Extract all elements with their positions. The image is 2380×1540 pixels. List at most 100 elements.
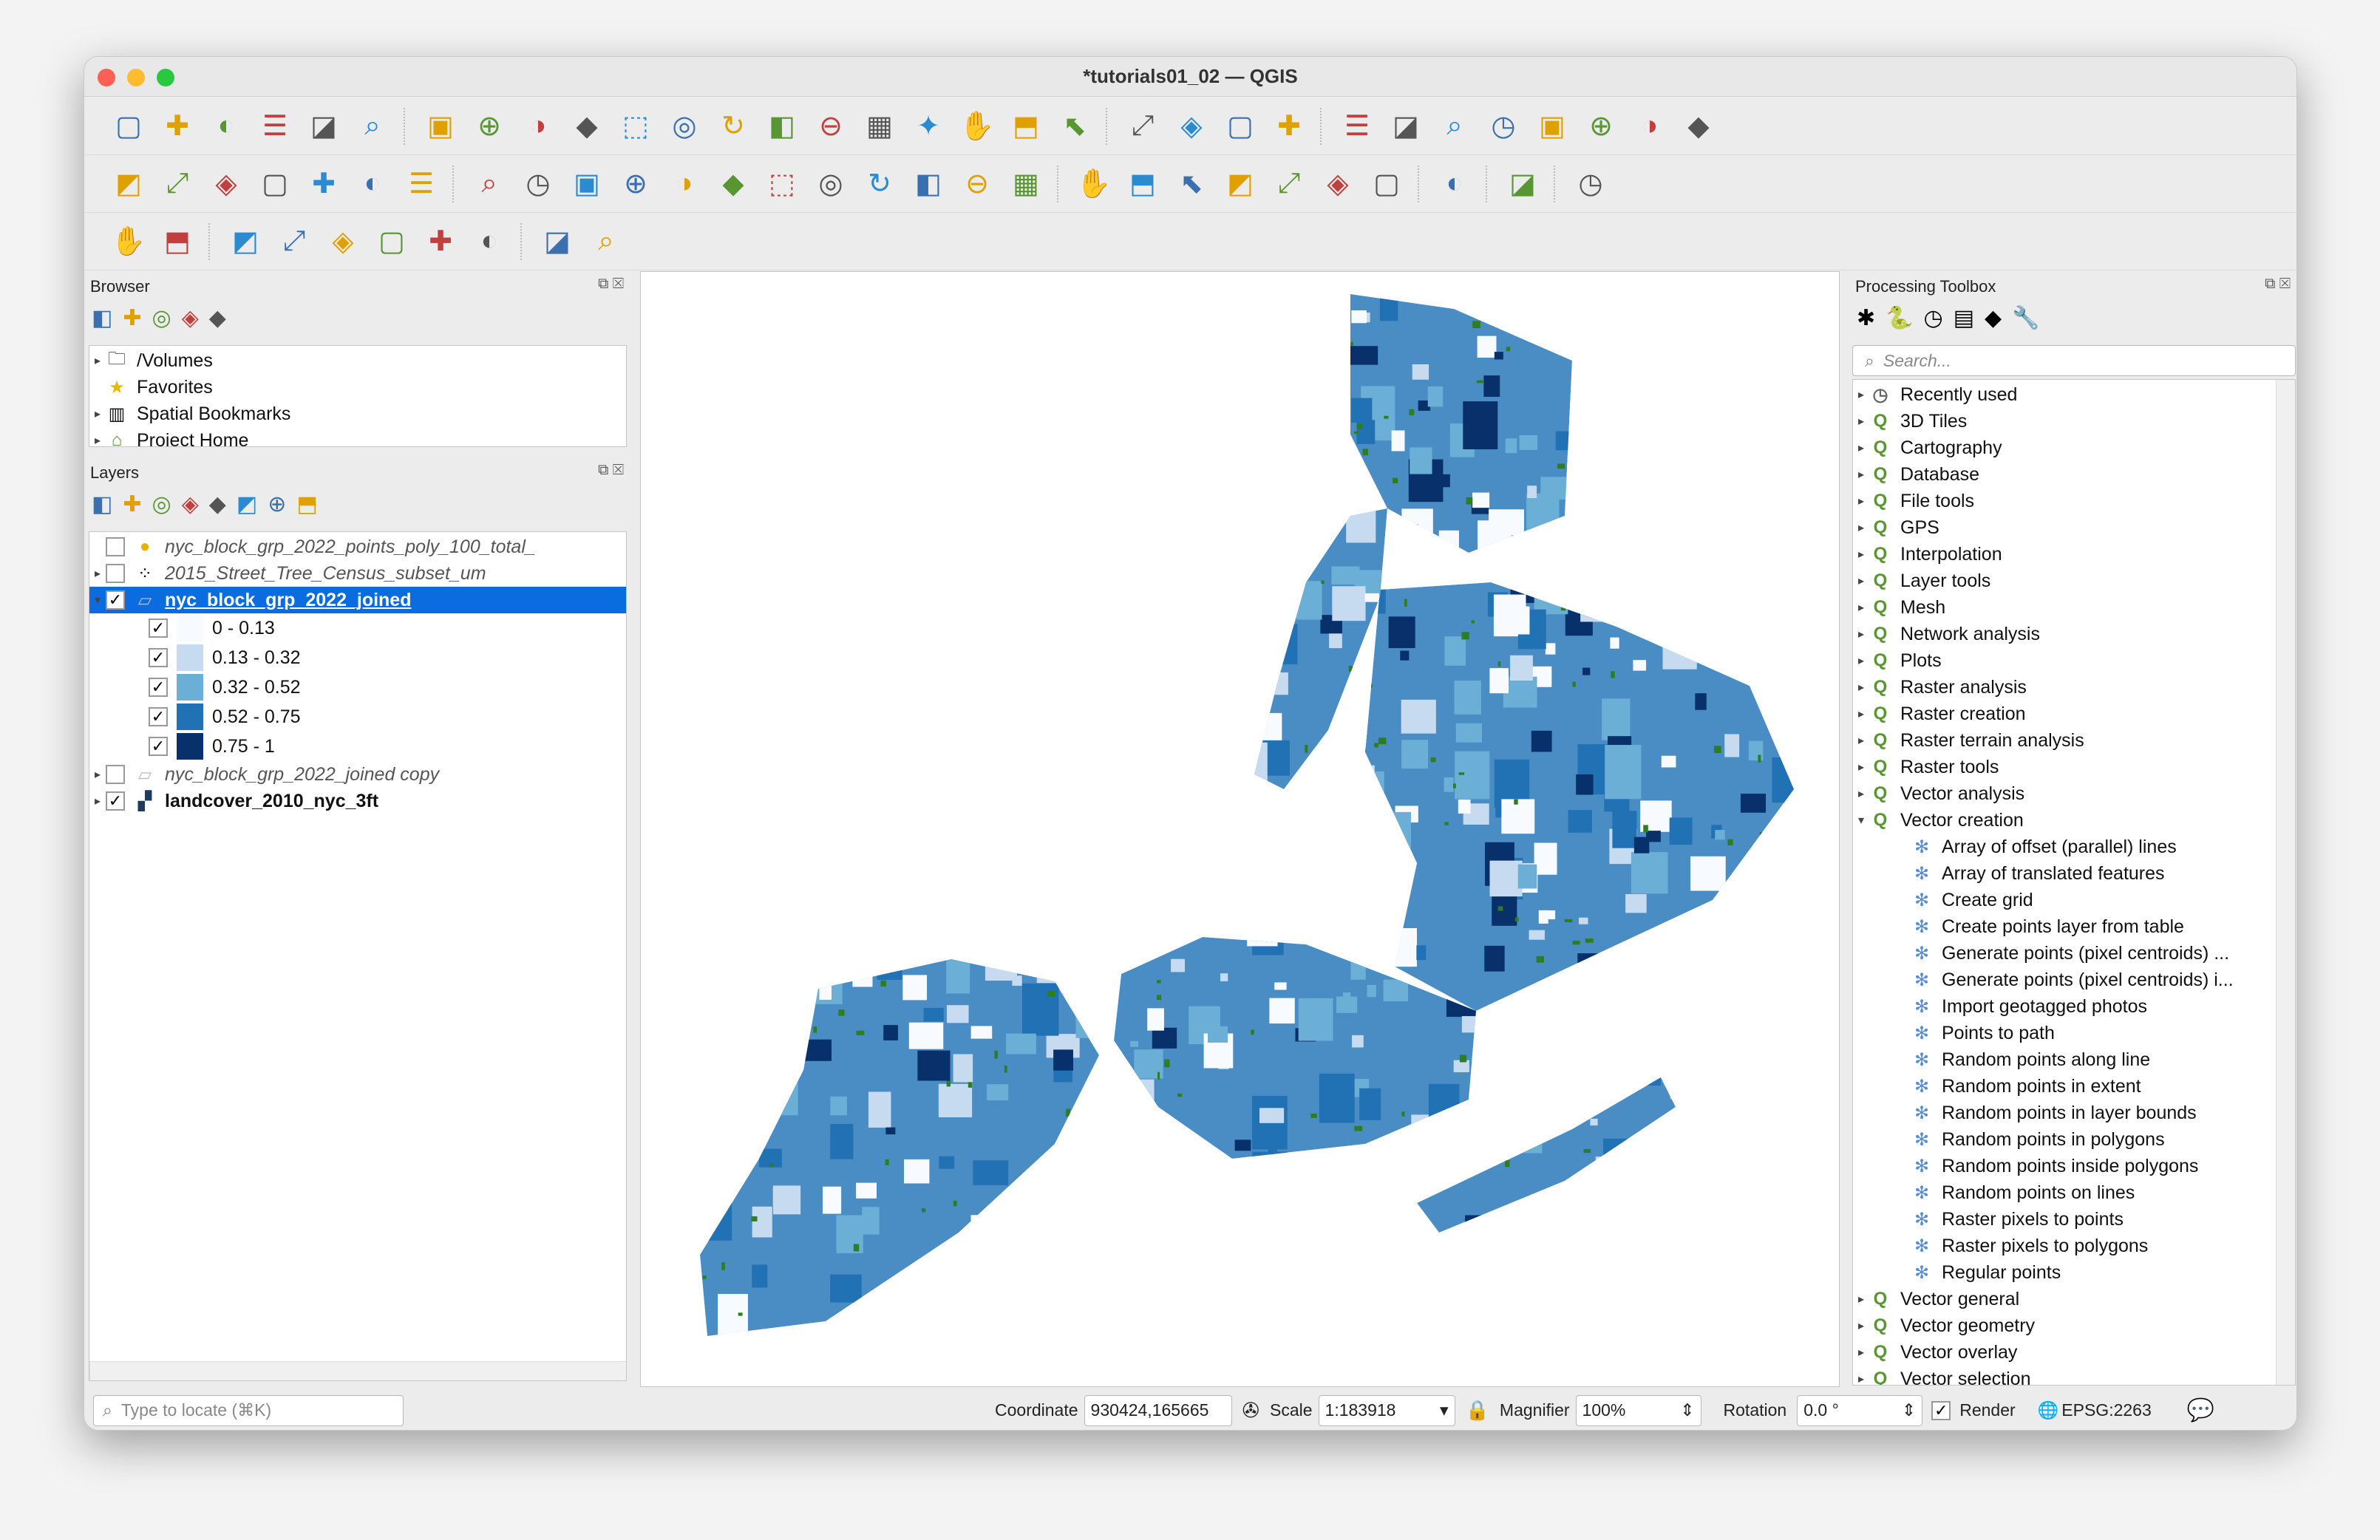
minimize-window-button[interactable]: [127, 69, 145, 86]
properties-icon[interactable]: ◆: [209, 305, 226, 331]
pan-icon[interactable]: ▣: [418, 104, 463, 149]
layer-visibility-checkbox[interactable]: [106, 564, 125, 583]
zoom-to-layer-icon[interactable]: ↻: [711, 104, 755, 149]
zoom-in-icon[interactable]: ◑: [516, 104, 560, 149]
add-wcs-icon[interactable]: ◐: [350, 162, 395, 206]
layer-item[interactable]: ▸ ✓ ▞ landcover_2010_nyc_3ft: [89, 788, 626, 814]
python-console-icon[interactable]: ◪: [1500, 162, 1545, 206]
legend-class-checkbox[interactable]: ✓: [149, 678, 168, 697]
processing-toolbox-icon[interactable]: ⌕: [1432, 104, 1477, 149]
zoom-out-icon[interactable]: ◆: [565, 104, 609, 149]
expand-arrow-icon[interactable]: ▸: [89, 353, 106, 368]
new-map-view-icon[interactable]: ✦: [906, 104, 951, 149]
georeferencer-icon[interactable]: ◩: [223, 219, 268, 264]
globe-icon[interactable]: ◐: [1432, 162, 1477, 206]
pin-labels-icon[interactable]: ⬉: [1169, 162, 1214, 206]
style-manager-icon[interactable]: ⌕: [350, 104, 395, 149]
legend-class-checkbox[interactable]: ✓: [149, 648, 168, 667]
save-edits-icon[interactable]: ▣: [565, 162, 609, 206]
zoom-last-icon[interactable]: ⊖: [809, 104, 853, 149]
save-project-icon[interactable]: ◐: [204, 104, 248, 149]
filter-icon[interactable]: ◎: [152, 305, 171, 331]
open-field-calculator-icon[interactable]: ▣: [1530, 104, 1574, 149]
redo-icon[interactable]: ▦: [1004, 162, 1048, 206]
nyc-choropleth-map[interactable]: [641, 272, 1840, 1388]
cut-features-icon[interactable]: ◎: [809, 162, 853, 206]
undo-icon[interactable]: ⊖: [955, 162, 999, 206]
layer-visibility-checkbox[interactable]: ✓: [106, 590, 125, 610]
zoom-native-icon[interactable]: ◧: [760, 104, 804, 149]
browser-item[interactable]: ▸ 🗀/Volumes: [89, 347, 626, 374]
zoom-to-selection-icon[interactable]: ◎: [662, 104, 707, 149]
annotation-icon[interactable]: ◑: [1628, 104, 1672, 149]
help-icon[interactable]: ◷: [1568, 162, 1613, 206]
select-features-icon[interactable]: ⤢: [1121, 104, 1165, 149]
remove-icon[interactable]: ⬒: [296, 491, 317, 517]
save-as-icon[interactable]: ☰: [253, 104, 297, 149]
layer-item[interactable]: ▸ ⁘ 2015_Street_Tree_Census_subset_um: [89, 560, 626, 587]
layer-item[interactable]: ▾ ✓ ▱ nyc_block_grp_2022_joined: [89, 587, 626, 613]
rotate-label-icon[interactable]: ◈: [1316, 162, 1360, 206]
expand-arrow-icon[interactable]: ▸: [89, 794, 106, 808]
identify-icon[interactable]: ☰: [1335, 104, 1379, 149]
refresh-icon[interactable]: ⬉: [1053, 104, 1097, 149]
open-project-icon[interactable]: ✚: [155, 104, 200, 149]
layer-item[interactable]: ▸ ▱ nyc_block_grp_2022_joined copy: [89, 761, 626, 788]
layer-visibility-checkbox[interactable]: [106, 537, 125, 556]
expression-icon[interactable]: ◆: [209, 491, 226, 517]
zoom-window-button[interactable]: [157, 69, 174, 86]
browser-item[interactable]: ▸ ▥ Spatial Bookmarks: [89, 401, 626, 427]
layer-item[interactable]: ● nyc_block_grp_2022_points_poly_100_tota…: [89, 534, 626, 560]
collapse-icon[interactable]: ⊕: [268, 491, 286, 517]
measure-angle-icon[interactable]: ▢: [370, 219, 414, 264]
add-delimited-text-icon[interactable]: ◈: [204, 162, 248, 206]
new-3d-view-icon[interactable]: ✋: [955, 104, 999, 149]
select-by-location-icon[interactable]: ✚: [1267, 104, 1311, 149]
layers-horizontal-scrollbar[interactable]: [89, 1361, 626, 1380]
layer-visibility-checkbox[interactable]: ✓: [106, 791, 125, 811]
layer-visibility-checkbox[interactable]: [106, 765, 125, 784]
legend-class-item[interactable]: ✓ 0.32 - 0.52: [89, 672, 626, 702]
info-icon[interactable]: ◪: [535, 219, 579, 264]
locator-icon[interactable]: ✋: [106, 219, 151, 264]
new-project-icon[interactable]: ▢: [106, 104, 151, 149]
show-hide-labels-icon[interactable]: ◩: [1218, 162, 1262, 206]
browser-item[interactable]: ★ Favorites: [89, 374, 626, 401]
legend-class-checkbox[interactable]: ✓: [149, 707, 168, 726]
print-layout-icon[interactable]: ◪: [302, 104, 346, 149]
plugin-icon-icon[interactable]: ⬒: [155, 219, 200, 264]
expand-arrow-icon[interactable]: ▸: [89, 406, 106, 421]
add-wfs-icon[interactable]: ☰: [399, 162, 443, 206]
expand-arrow-icon[interactable]: ▾: [89, 593, 106, 607]
zoom-full-icon[interactable]: ⬚: [613, 104, 658, 149]
settings-tool-icon[interactable]: ⌕: [584, 219, 628, 264]
move-feature-icon[interactable]: ◑: [662, 162, 707, 206]
add-wms-icon[interactable]: ✚: [302, 162, 346, 206]
current-edits-icon[interactable]: ⌕: [467, 162, 511, 206]
legend-class-checkbox[interactable]: ✓: [149, 619, 168, 638]
temporal-controller-icon[interactable]: ⬒: [1004, 104, 1048, 149]
legend-class-item[interactable]: ✓ 0.13 - 0.32: [89, 643, 626, 672]
expand-arrow-icon[interactable]: ▸: [89, 566, 106, 581]
offset-icon[interactable]: ◈: [321, 219, 365, 264]
add-group-icon[interactable]: ✚: [123, 491, 141, 517]
toggle-editing-icon[interactable]: ◷: [516, 162, 560, 206]
select-by-value-icon[interactable]: ◈: [1169, 104, 1214, 149]
expand-arrow-icon[interactable]: ▸: [89, 767, 106, 782]
grass-icon[interactable]: ✚: [418, 219, 463, 264]
zoom-next-icon[interactable]: ▦: [857, 104, 902, 149]
statistics-icon[interactable]: ◷: [1481, 104, 1526, 149]
legend-class-item[interactable]: ✓ 0.75 - 1: [89, 732, 626, 761]
attribute-table-icon[interactable]: ◪: [1384, 104, 1428, 149]
legend-class-item[interactable]: ✓ 0.52 - 0.75: [89, 702, 626, 732]
add-vector-layer-icon[interactable]: ◩: [106, 162, 151, 206]
expand-icon[interactable]: ◩: [237, 491, 257, 517]
move-label-icon[interactable]: ⤢: [1267, 162, 1311, 206]
pan-to-selection-icon[interactable]: ⊕: [467, 104, 511, 149]
diagram-icon[interactable]: ⬒: [1121, 162, 1165, 206]
legend-class-checkbox[interactable]: ✓: [149, 737, 168, 756]
label-tool-icon[interactable]: ✋: [1072, 162, 1116, 206]
map-canvas[interactable]: [640, 271, 1840, 1387]
measure-icon[interactable]: ⊕: [1579, 104, 1623, 149]
copy-features-icon[interactable]: ↻: [857, 162, 902, 206]
